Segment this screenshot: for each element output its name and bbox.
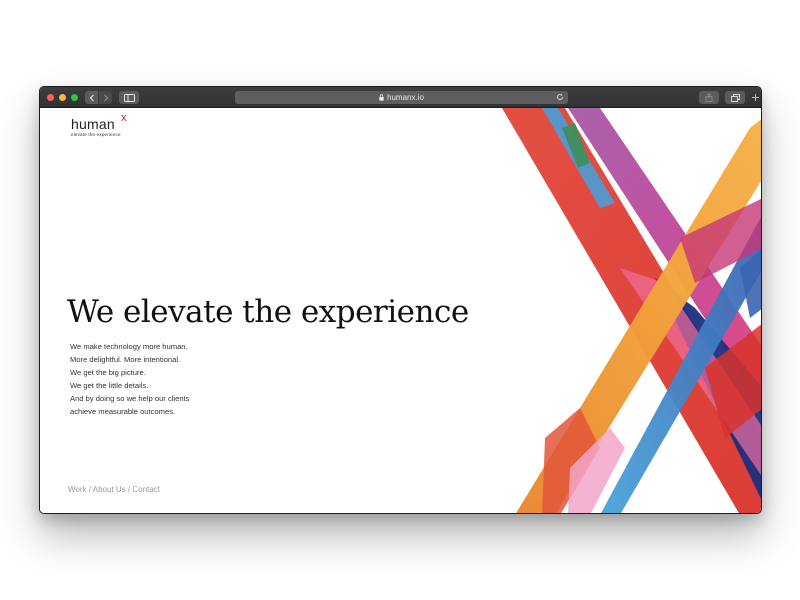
minimize-window-button[interactable] [59, 94, 66, 101]
share-icon [705, 93, 713, 102]
forward-button[interactable] [99, 91, 112, 104]
logo-x-mark: x [121, 112, 127, 124]
web-page: human x elevate the experience We elevat… [40, 108, 761, 513]
footer-nav: Work / About Us / Contact [68, 485, 160, 494]
new-tab-icon [752, 94, 759, 101]
address-bar[interactable]: humanx.io [235, 91, 568, 104]
logo-word: human [71, 116, 115, 132]
browser-toolbar: humanx.io [40, 87, 761, 108]
hero-headline: We elevate the experience [67, 294, 469, 330]
nav-link-about-us[interactable]: About Us [93, 485, 126, 494]
hero-line: We make technology more human. [70, 342, 188, 351]
nav-link-contact[interactable]: Contact [132, 485, 160, 494]
reload-icon[interactable] [556, 93, 564, 103]
nav-link-work[interactable]: Work [68, 485, 87, 494]
new-tab-button[interactable] [750, 90, 761, 105]
address-url: humanx.io [387, 93, 424, 102]
browser-window: humanx.io human x elevate the experience… [39, 86, 762, 514]
sidebar-icon [123, 93, 135, 102]
sidebar-toggle-button[interactable] [119, 91, 139, 104]
humanx-logo[interactable]: human x elevate the experience [71, 113, 127, 138]
x-brushstroke-artwork [502, 108, 761, 513]
close-window-button[interactable] [47, 94, 54, 101]
hero-line: And by doing so we help our clients [70, 394, 190, 403]
tabs-icon [730, 93, 740, 102]
forward-icon [103, 94, 108, 101]
lock-icon [379, 94, 384, 101]
hero-body-copy: We make technology more human. More deli… [70, 340, 290, 418]
logo-tagline: elevate the experience [71, 132, 121, 137]
hero-line: achieve measurable outcomes. [70, 407, 176, 416]
hero-line: We get the big picture. [70, 368, 146, 377]
zoom-window-button[interactable] [71, 94, 78, 101]
hero-line: We get the little details. [70, 381, 149, 390]
back-button[interactable] [85, 91, 98, 104]
share-button[interactable] [699, 91, 719, 104]
tabs-overview-button[interactable] [725, 91, 745, 104]
hero-line: More delightful. More intentional. [70, 355, 181, 364]
back-icon [89, 94, 94, 101]
